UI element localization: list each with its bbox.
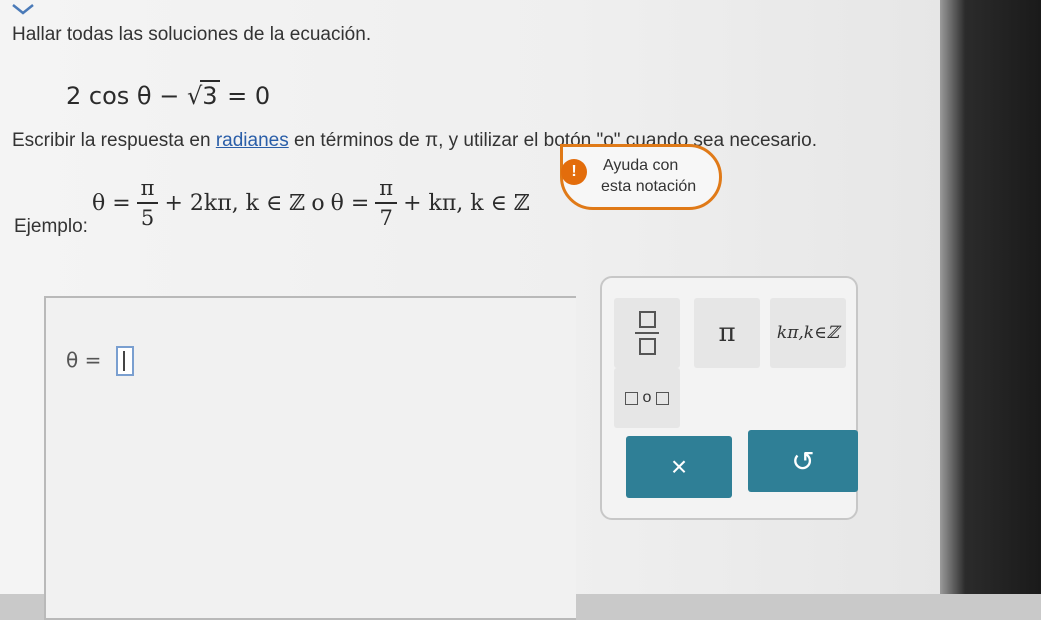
help-label-line1: Ayuda con xyxy=(603,157,679,174)
fraction-button[interactable] xyxy=(614,298,680,368)
math-palette: π kπ,k∈ℤ o × ↺ xyxy=(600,276,858,520)
notation-help-button[interactable]: ! Ayuda con esta notación xyxy=(560,144,722,210)
or-right-box-icon xyxy=(656,391,670,405)
example-part1-suffix: + 2kπ, k ∈ ℤ xyxy=(164,190,306,216)
or-button[interactable]: o xyxy=(614,368,680,428)
undo-icon: ↺ xyxy=(791,445,815,477)
text-caret xyxy=(123,351,125,371)
problem-equation: 2 cos θ − √3 = 0 xyxy=(66,80,270,110)
close-icon: × xyxy=(670,451,688,482)
collapse-chevron-icon[interactable] xyxy=(10,2,36,16)
equation-left: 2 cos θ − xyxy=(66,82,187,110)
or-left-box-icon xyxy=(624,391,638,405)
problem-page: Hallar todas las soluciones de la ecuaci… xyxy=(0,0,955,620)
lightbulb-icon: ! xyxy=(561,159,587,185)
example-part2-prefix: θ = xyxy=(330,190,370,216)
or-symbol: o xyxy=(642,389,652,406)
fraction-numerator-box-icon xyxy=(638,311,656,328)
directions-text-start: Escribir la respuesta en xyxy=(12,130,216,151)
directions-text-end: en términos de π, y utilizar el botón "o… xyxy=(288,130,817,151)
example-part2-suffix: + kπ, k ∈ ℤ xyxy=(403,190,530,216)
example-fraction-1-num: π xyxy=(136,174,159,204)
example-fraction-2: π 7 xyxy=(375,174,398,232)
undo-button[interactable]: ↺ xyxy=(748,430,858,492)
example-fraction-1: π 5 xyxy=(136,174,159,232)
answer-label: θ = xyxy=(66,348,102,372)
fraction-denominator-box-icon xyxy=(638,338,656,355)
radianes-link[interactable]: radianes xyxy=(216,130,289,151)
pi-button[interactable]: π xyxy=(694,298,760,368)
example-connector: o xyxy=(311,190,325,216)
clear-button[interactable]: × xyxy=(626,436,732,498)
fraction-bar-icon xyxy=(635,332,659,334)
answer-area: θ = xyxy=(44,296,576,620)
example-fraction-2-den: 7 xyxy=(379,206,393,230)
problem-instruction: Hallar todas las soluciones de la ecuaci… xyxy=(12,24,372,45)
k-pi-integer-button[interactable]: kπ,k∈ℤ xyxy=(770,298,846,368)
equation-right: = 0 xyxy=(219,82,271,110)
example-label: Ejemplo: xyxy=(14,216,88,237)
help-label-line2: esta notación xyxy=(601,178,697,195)
screen-edge xyxy=(940,0,1041,594)
example-fraction-2-num: π xyxy=(375,174,398,204)
example-fraction-1-den: 5 xyxy=(140,206,155,230)
example-part1-prefix: θ = xyxy=(92,190,131,216)
equation-sqrt-arg: 3 xyxy=(200,80,220,110)
answer-input[interactable] xyxy=(116,346,134,376)
example-expression: θ = π 5 + 2kπ, k ∈ ℤ o θ = π 7 + kπ, k ∈… xyxy=(92,174,530,232)
